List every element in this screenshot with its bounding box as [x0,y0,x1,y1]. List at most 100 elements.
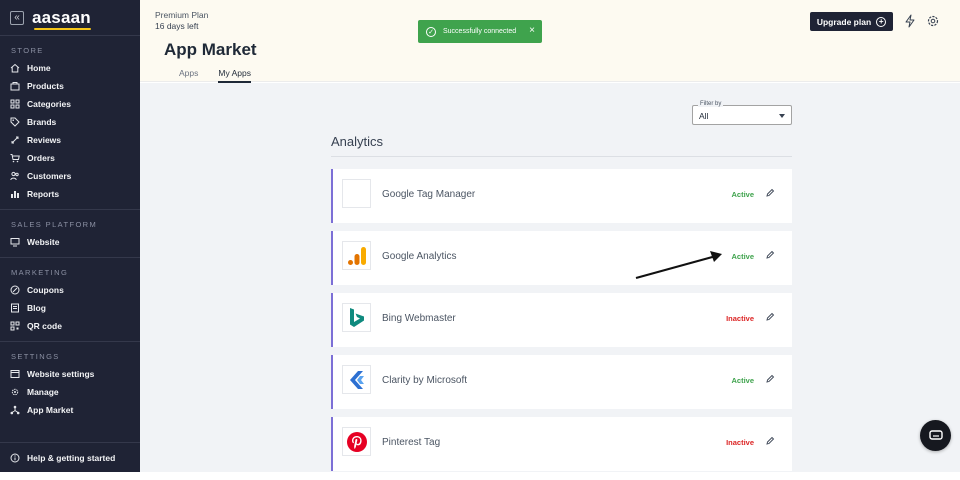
edit-pencil-icon[interactable] [765,188,775,198]
website-settings-icon [10,369,20,379]
app-name: Google Analytics [382,251,457,262]
settings-gear-icon[interactable] [926,14,940,28]
logo-text: aasaan [32,7,91,27]
status-badge: Active [731,190,754,199]
sidebar-item-reviews[interactable]: Reviews [0,131,140,149]
clarity-logo [342,365,371,394]
sidebar-item-label: Home [27,63,51,73]
sidebar-item-coupons[interactable]: Coupons [0,281,140,299]
sidebar-item-label: QR code [27,321,62,331]
sidebar-item-reports[interactable]: Reports [0,185,140,203]
section-divider [331,156,792,157]
plan-name: Premium Plan [155,10,209,20]
help-label: Help & getting started [27,452,116,463]
coupon-icon [10,285,20,295]
close-toast-button[interactable]: × [529,25,535,36]
collapse-sidebar-button[interactable]: « [10,10,24,25]
sidebar-item-label: Reviews [27,135,62,145]
sidebar-item-label: Products [27,81,64,91]
status-badge: Inactive [726,314,754,323]
cart-icon [10,153,20,163]
sidebar-item-label: Orders [27,153,55,163]
filter-select[interactable]: Filter by All [692,101,792,125]
sidebar-item-orders[interactable]: Orders [0,149,140,167]
sidebar-item-label: Manage [27,387,59,397]
plus-circle-icon: + [876,16,887,27]
app-name: Bing Webmaster [382,313,456,324]
edit-pencil-icon[interactable] [765,436,775,446]
sidebar-item-blog[interactable]: Blog [0,299,140,317]
edit-pencil-icon[interactable] [765,250,775,260]
sidebar-item-label: App Market [27,405,74,415]
section-title: Analytics [331,134,384,149]
brand-bar: « aasaan [0,0,140,36]
tab-bar: Apps My Apps [179,68,251,83]
sidebar-item-manage[interactable]: Manage [0,383,140,401]
tab-my-apps[interactable]: My Apps [218,68,251,83]
status-badge: Active [731,376,754,385]
aasaan-logo[interactable]: aasaan [32,7,91,30]
status-badge: Active [731,252,754,261]
sidebar-section-sales-platform: SALES PLATFORM [11,220,98,229]
edit-pencil-icon[interactable] [765,374,775,384]
sidebar-item-label: Categories [27,99,71,109]
app-name: Clarity by Microsoft [382,375,468,386]
filter-label: Filter by [698,101,724,107]
filter-value: All [699,111,709,121]
edit-pencil-icon[interactable] [765,312,775,322]
users-icon [10,171,20,181]
app-card-clarity-by-microsoft[interactable]: Clarity by Microsoft Active [331,355,792,409]
help-link[interactable]: Help & getting started [0,442,140,472]
products-icon [10,81,20,91]
success-toast: ✓ Successfully connected × [418,20,542,43]
check-circle-icon: ✓ [426,26,436,37]
lightning-icon[interactable] [903,14,917,28]
main-content: Filter by All Analytics Google Tag Manag… [140,83,960,472]
toast-message: Successfully connected [443,28,517,35]
status-badge: Inactive [726,438,754,447]
annotation-arrow-icon [635,251,722,280]
bar-chart-icon [10,189,20,199]
app-card-pinterest-tag[interactable]: Pinterest Tag Inactive [331,417,792,471]
sidebar-item-label: Coupons [27,285,64,295]
sidebar-item-website[interactable]: Website [0,233,140,251]
page-header: Premium Plan 16 days left App Market App… [140,0,960,83]
home-icon [10,63,20,73]
pinterest-logo [342,427,371,456]
blank-logo [342,179,371,208]
sidebar-item-customers[interactable]: Customers [0,167,140,185]
app-card-google-tag-manager[interactable]: Google Tag Manager Active [331,169,792,223]
sidebar-item-label: Blog [27,303,46,313]
sidebar-item-app-market[interactable]: App Market [0,401,140,419]
qr-code-icon [10,321,20,331]
help-icon [10,453,20,463]
plan-days-left: 16 days left [155,21,199,31]
sidebar-item-label: Reports [27,189,60,199]
app-card-bing-webmaster[interactable]: Bing Webmaster Inactive [331,293,792,347]
sidebar-item-label: Website [27,237,60,247]
plan-info: Premium Plan 16 days left [155,10,208,32]
sidebar-item-home[interactable]: Home [0,59,140,77]
tab-apps[interactable]: Apps [179,68,198,83]
tag-icon [10,117,20,127]
chat-button[interactable] [920,420,951,451]
reviews-icon [10,135,20,145]
sidebar-item-qr-code[interactable]: QR code [0,317,140,335]
monitor-icon [10,237,20,247]
google-analytics-logo [342,241,371,270]
sidebar-item-categories[interactable]: Categories [0,95,140,113]
chevron-down-icon [779,114,785,118]
sidebar-item-website-settings[interactable]: Website settings [0,365,140,383]
sidebar-item-label: Brands [27,117,57,127]
sidebar-item-label: Customers [27,171,72,181]
sidebar-item-brands[interactable]: Brands [0,113,140,131]
gear-icon [10,387,20,397]
sidebar-section-marketing: MARKETING [11,268,69,277]
bottom-strip [0,472,960,480]
sidebar-item-products[interactable]: Products [0,77,140,95]
sidebar: « aasaan STORE Home Products Categories … [0,0,140,472]
categories-icon [10,99,20,109]
sidebar-item-label: Website settings [27,369,95,379]
upgrade-plan-button[interactable]: Upgrade plan + [810,12,893,31]
sidebar-section-store: STORE [11,46,44,55]
